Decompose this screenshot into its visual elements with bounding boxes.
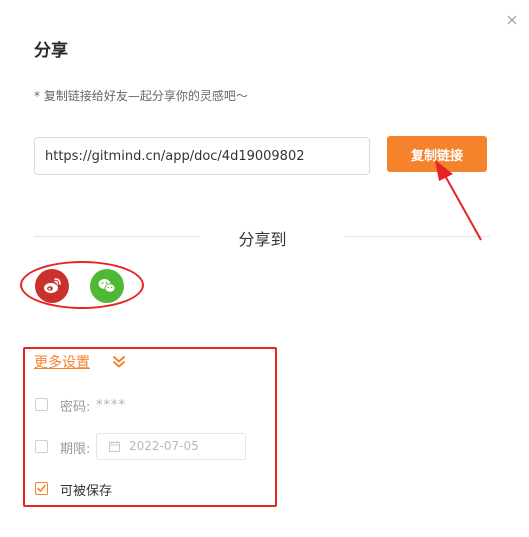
share-hint: * 复制链接给好友—起分享你的灵感吧～ bbox=[34, 89, 248, 103]
share-dialog: 分享 * 复制链接给好友—起分享你的灵感吧～ 复制链接 分享到 更多设置 bbox=[0, 0, 529, 537]
wechat-icon bbox=[98, 279, 116, 293]
expiry-label: 期限: bbox=[60, 442, 91, 457]
savable-label: 可被保存 bbox=[60, 484, 113, 499]
divider-left bbox=[34, 236, 200, 237]
savable-checkbox[interactable] bbox=[35, 482, 48, 495]
expand-settings-button[interactable] bbox=[112, 354, 126, 373]
close-button[interactable] bbox=[502, 10, 522, 30]
share-to-label: 分享到 bbox=[238, 230, 287, 249]
expiry-checkbox[interactable] bbox=[35, 440, 48, 453]
weibo-share-button[interactable] bbox=[35, 269, 69, 303]
password-checkbox[interactable] bbox=[35, 398, 48, 411]
checkmark-icon bbox=[37, 484, 46, 492]
divider-right bbox=[345, 236, 490, 237]
expiry-date-input[interactable]: 2022-07-05 bbox=[96, 433, 246, 460]
wechat-share-button[interactable] bbox=[90, 269, 124, 303]
close-icon bbox=[507, 15, 517, 25]
expiry-date-value: 2022-07-05 bbox=[129, 439, 199, 453]
share-link-input[interactable] bbox=[34, 137, 370, 175]
password-label: 密码: bbox=[60, 400, 91, 415]
more-settings-link[interactable]: 更多设置 bbox=[34, 352, 90, 372]
password-value: **** bbox=[96, 398, 126, 413]
weibo-icon bbox=[44, 278, 61, 293]
copy-link-button[interactable]: 复制链接 bbox=[387, 136, 487, 172]
dialog-title: 分享 bbox=[34, 41, 68, 61]
calendar-icon bbox=[109, 441, 120, 452]
double-chevron-down-icon bbox=[113, 356, 125, 368]
